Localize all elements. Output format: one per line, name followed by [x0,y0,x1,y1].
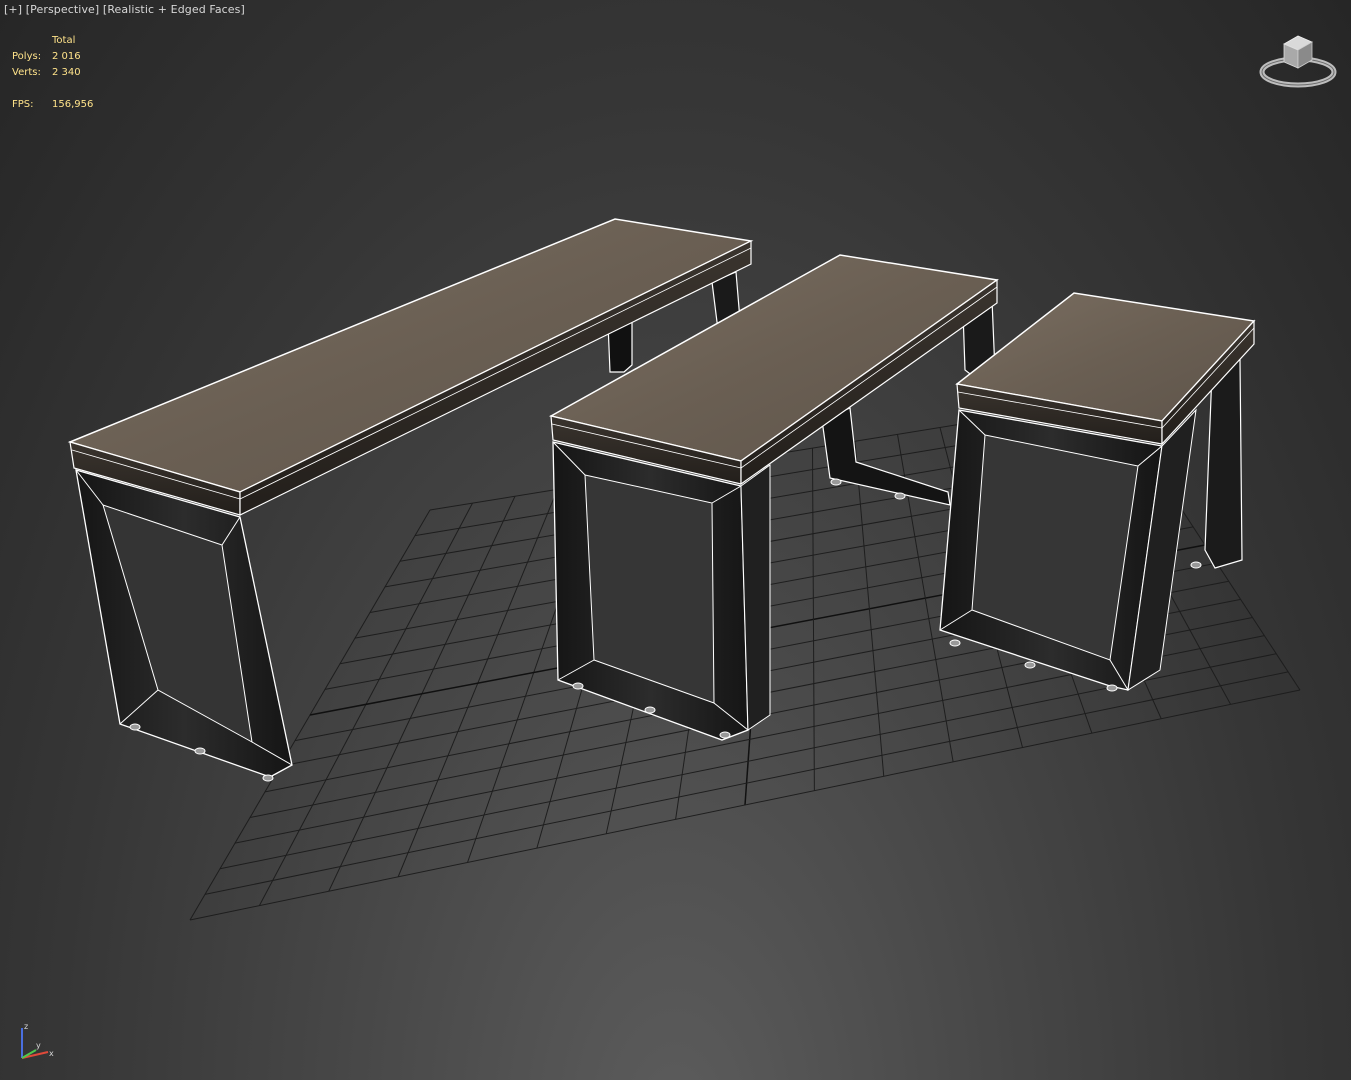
viewport-view-menu[interactable]: [Perspective] [26,3,100,16]
grid-line [854,441,885,777]
perspective-viewport[interactable]: [+] [Perspective] [Realistic + Edged Fac… [0,0,1351,1080]
axis-x-label: x [49,1049,54,1058]
stats-header: Total [52,35,76,46]
polys-label: Polys: [12,51,42,62]
scene-canvas[interactable] [0,0,1351,1080]
viewport-shading-menu[interactable]: [Realistic + Edged Faces] [103,3,245,16]
verts-value: 2 340 [52,67,81,78]
fps-label: FPS: [12,99,34,110]
axis-z-label: z [24,1022,28,1031]
polys-value: 2 016 [52,51,81,62]
axis-tripod-icon: z x y [21,1022,54,1059]
viewport-label-bar: [+] [Perspective] [Realistic + Edged Fac… [4,3,245,16]
fps-value: 156,956 [52,99,94,110]
viewport-plus-menu[interactable]: [+] [4,3,22,16]
axis-y-label: y [36,1041,41,1050]
verts-label: Verts: [12,67,41,78]
viewcube-icon[interactable] [1258,30,1338,94]
